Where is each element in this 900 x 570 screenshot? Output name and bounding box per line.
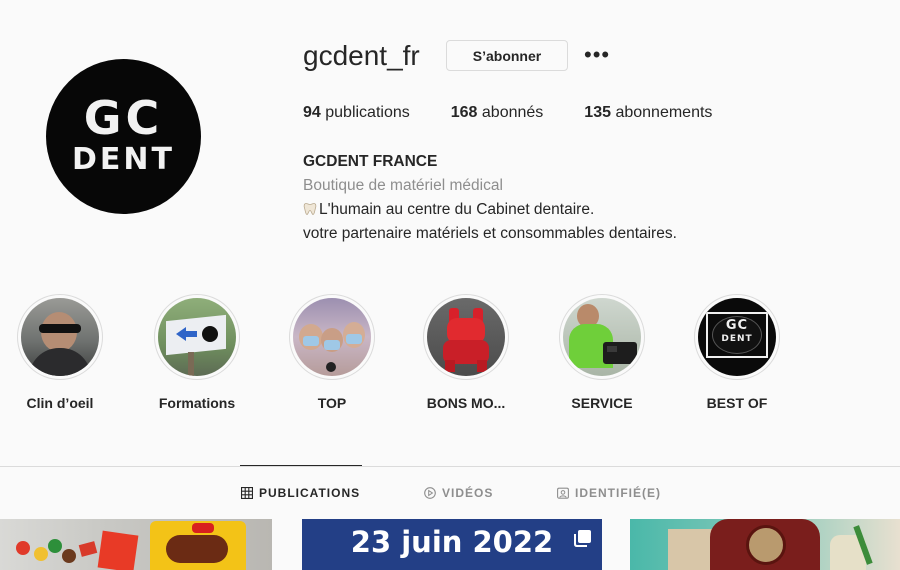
bio-line-2: votre partenaire matériels et consommabl…	[303, 225, 677, 242]
highlight-label: TOP	[317, 395, 347, 411]
post-thumbnail[interactable]: 23 juin 2022	[302, 519, 602, 570]
profile-avatar[interactable]: GC DENT	[46, 59, 201, 214]
stat-count: 135	[584, 104, 611, 121]
gc-dent-logo: GC DENT	[698, 298, 776, 376]
highlight-label: Clin d’oeil	[26, 395, 94, 411]
post-date-text: 23 juin 2022	[350, 525, 554, 559]
post-thumbnail[interactable]	[630, 519, 900, 570]
highlight-label: SERVICE	[571, 395, 633, 411]
multiple-images-icon	[574, 530, 591, 547]
gc-dent-logo: GC DENT	[46, 95, 201, 175]
profile-category: Boutique de matériel médical	[303, 177, 503, 194]
highlight-ring	[559, 294, 645, 380]
cafe-photo	[630, 519, 900, 570]
tab-label: VIDÉOS	[442, 486, 494, 500]
grid-icon	[241, 487, 253, 499]
highlight-ring: GC DENT	[694, 294, 780, 380]
red-dog-figure-photo	[427, 298, 505, 376]
person-in-car-photo	[21, 298, 99, 376]
stat-label: abonnés	[481, 104, 544, 121]
stat-publications[interactable]: 94 publications	[303, 104, 410, 122]
technician-photo	[563, 298, 641, 376]
highlight-clin-doeil[interactable]: Clin d’oeil	[0, 294, 120, 411]
more-options-icon[interactable]: •••	[584, 44, 610, 66]
stat-followers[interactable]: 168 abonnés	[451, 104, 544, 122]
post-thumbnail[interactable]	[0, 519, 272, 570]
candy-photo	[0, 519, 272, 570]
avatar-logo-line1: GC	[83, 91, 164, 145]
profile-bio: GCDENT FRANCE Boutique de matériel médic…	[303, 150, 677, 246]
play-icon	[424, 487, 436, 499]
highlight-formations[interactable]: Formations	[137, 294, 257, 411]
highlight-bons-mots[interactable]: BONS MO...	[406, 294, 526, 411]
highlight-label: Formations	[158, 395, 236, 411]
highlight-ring	[289, 294, 375, 380]
arrow-sign-photo	[158, 298, 236, 376]
tab-label: PUBLICATIONS	[259, 486, 361, 500]
avatar-logo-line2: DENT	[72, 142, 175, 177]
team-selfie-photo	[293, 298, 371, 376]
tooth-icon	[303, 203, 317, 215]
highlight-best-of[interactable]: GC DENT BEST OF	[677, 294, 797, 411]
profile-stats: 94 publications 168 abonnés 135 abonneme…	[303, 104, 753, 122]
profile-full-name: GCDENT FRANCE	[303, 153, 438, 170]
tab-tagged[interactable]: IDENTIFIÉ(E)	[557, 486, 661, 500]
highlight-ring	[423, 294, 509, 380]
stat-label: publications	[325, 104, 410, 121]
highlight-label: BONS MO...	[426, 395, 506, 411]
tabs-divider	[0, 466, 900, 467]
stat-count: 94	[303, 104, 321, 121]
tag-icon	[557, 487, 569, 499]
highlight-top[interactable]: TOP	[272, 294, 392, 411]
bio-line-1: L'humain au centre du Cabinet dentaire.	[303, 198, 677, 222]
highlight-label: BEST OF	[706, 395, 768, 411]
tab-videos[interactable]: VIDÉOS	[424, 486, 493, 500]
follow-button[interactable]: S’abonner	[446, 40, 568, 71]
highlight-ring	[154, 294, 240, 380]
stat-count: 168	[450, 104, 478, 121]
profile-username: gcdent_fr	[303, 40, 420, 71]
bio-line-1-text: L'humain au centre du Cabinet dentaire.	[319, 201, 595, 218]
highlight-ring	[17, 294, 103, 380]
stat-label: abonnements	[615, 104, 713, 121]
highlight-service[interactable]: SERVICE	[542, 294, 662, 411]
tab-label: IDENTIFIÉ(E)	[575, 486, 661, 500]
tab-publications[interactable]: PUBLICATIONS	[241, 486, 360, 500]
active-tab-indicator	[240, 465, 362, 466]
stat-following[interactable]: 135 abonnements	[584, 104, 712, 122]
